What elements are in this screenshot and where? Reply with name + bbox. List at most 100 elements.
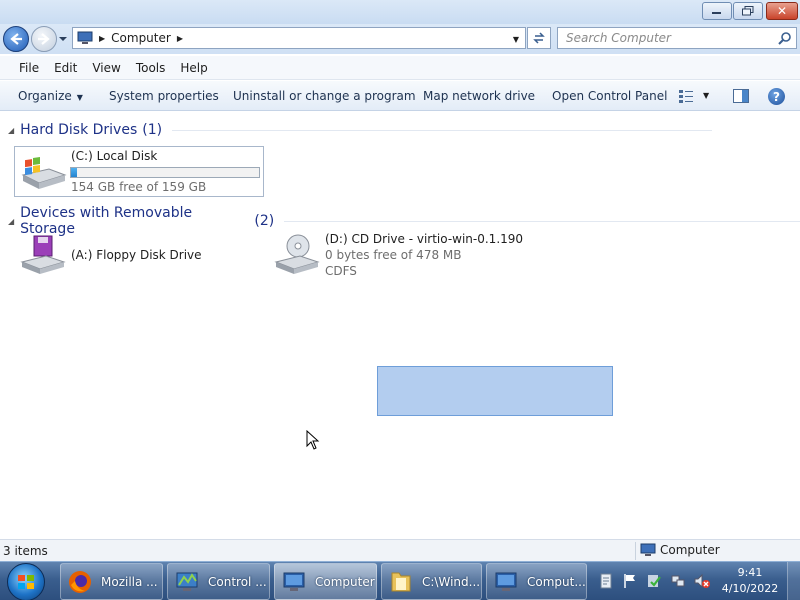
volume-muted-icon[interactable] <box>694 573 710 589</box>
minimize-icon <box>712 12 721 14</box>
back-arrow-icon <box>10 33 22 45</box>
taskbar-label: C:\Wind... <box>422 574 481 589</box>
taskbar: Mozilla ... Control ... Computer C:\Wind… <box>0 561 800 600</box>
folder-icon <box>391 572 411 591</box>
group-divider <box>172 129 713 131</box>
address-dropdown-icon[interactable]: ▼ <box>513 35 519 44</box>
menu-help[interactable]: Help <box>180 61 207 75</box>
taskbar-button-computer[interactable]: Computer <box>274 563 377 600</box>
command-bar: Organize ▼ System properties Uninstall or… <box>0 81 800 111</box>
address-bar[interactable]: ▶ Computer ▶ ▼ <box>72 27 526 49</box>
restore-icon <box>742 6 754 16</box>
taskbar-button-firefox[interactable]: Mozilla ... <box>60 563 163 600</box>
capacity-bar <box>70 167 260 178</box>
close-button[interactable]: ✕ <box>766 2 798 20</box>
menu-edit[interactable]: Edit <box>54 61 77 75</box>
group-header-hard-disks[interactable]: ◢ Hard Disk Drives (1) <box>8 122 713 138</box>
menu-tools[interactable]: Tools <box>136 61 166 75</box>
cd-drive-icon <box>274 234 320 274</box>
close-icon: ✕ <box>776 4 788 18</box>
computer-icon <box>283 572 305 591</box>
windows-logo-icon <box>18 575 34 589</box>
taskbar-button-control-panel[interactable]: Control ... <box>167 563 270 600</box>
drive-free-space: 154 GB free of 159 GB <box>71 180 207 194</box>
collapse-triangle-icon[interactable]: ◢ <box>8 126 14 135</box>
organize-button[interactable]: Organize ▼ <box>18 89 83 103</box>
computer-icon <box>77 31 93 44</box>
status-location: Computer <box>640 543 720 557</box>
title-bar: ✕ <box>0 0 800 24</box>
floppy-drive-icon <box>20 235 66 274</box>
clock[interactable]: 9:41 4/10/2022 <box>720 565 780 597</box>
system-properties-button[interactable]: System properties <box>109 89 219 103</box>
hard-disk-windows-icon <box>21 157 67 189</box>
drive-filesystem: CDFS <box>325 264 357 278</box>
item-count: 3 items <box>3 544 48 558</box>
computer-icon <box>640 543 656 556</box>
collapse-triangle-icon[interactable]: ◢ <box>8 217 14 226</box>
menu-bar: File Edit View Tools Help <box>0 56 800 80</box>
open-control-panel-button[interactable]: Open Control Panel <box>552 89 667 103</box>
security-check-icon[interactable] <box>646 573 662 589</box>
start-button[interactable] <box>7 563 45 600</box>
forward-button[interactable] <box>31 26 57 52</box>
document-icon[interactable] <box>598 573 614 589</box>
status-location-label: Computer <box>660 543 720 557</box>
organize-label: Organize <box>18 89 72 103</box>
taskbar-label: Mozilla ... <box>101 574 158 589</box>
search-icon[interactable] <box>778 31 792 45</box>
breadcrumb-computer[interactable]: Computer <box>111 31 171 45</box>
group-count: (2) <box>254 213 275 229</box>
group-title: Hard Disk Drives <box>20 122 138 138</box>
mouse-cursor-icon <box>306 430 320 450</box>
drive-tile-d[interactable]: (D:) CD Drive - virtio-win-0.1.190 0 byt… <box>268 230 528 278</box>
status-bar: 3 items Computer <box>0 539 800 561</box>
breadcrumb-arrow-icon[interactable]: ▶ <box>99 34 105 43</box>
group-count: (1) <box>142 122 163 138</box>
network-icon[interactable] <box>670 573 686 589</box>
chevron-down-icon: ▼ <box>76 93 83 102</box>
firefox-icon <box>69 570 91 593</box>
status-divider <box>635 542 636 560</box>
breadcrumb-arrow-icon[interactable]: ▶ <box>177 34 183 43</box>
drive-tile-c[interactable]: (C:) Local Disk 154 GB free of 159 GB <box>14 146 264 197</box>
drive-tile-a[interactable]: (A:) Floppy Disk Drive <box>14 230 264 278</box>
taskbar-button-folder[interactable]: C:\Wind... <box>381 563 482 600</box>
back-button[interactable] <box>3 26 29 52</box>
change-view-icon[interactable] <box>678 88 694 104</box>
drive-free-space: 0 bytes free of 478 MB <box>325 248 462 262</box>
action-center-flag-icon[interactable] <box>622 573 638 589</box>
clock-time: 9:41 <box>737 566 763 579</box>
computer-icon <box>495 572 517 591</box>
drive-name: (D:) CD Drive - virtio-win-0.1.190 <box>325 232 524 246</box>
taskbar-label: Computer <box>315 574 375 589</box>
minimize-button[interactable] <box>702 2 732 20</box>
capacity-fill <box>71 168 77 177</box>
refresh-button[interactable] <box>527 27 551 49</box>
restore-button[interactable] <box>733 2 763 20</box>
menu-file[interactable]: File <box>19 61 39 75</box>
taskbar-label: Control ... <box>208 574 267 589</box>
menu-view[interactable]: View <box>92 61 120 75</box>
search-input[interactable] <box>566 31 776 45</box>
views-dropdown-icon[interactable]: ▼ <box>703 91 709 100</box>
show-desktop-button[interactable] <box>787 562 800 600</box>
taskbar-button-computer-2[interactable]: Comput... <box>486 563 587 600</box>
map-network-drive-button[interactable]: Map network drive <box>423 89 535 103</box>
refresh-icon <box>533 32 545 44</box>
history-dropdown-icon[interactable] <box>58 34 68 44</box>
search-box[interactable] <box>557 27 797 49</box>
navigation-bar: ▶ Computer ▶ ▼ <box>0 24 800 54</box>
help-icon[interactable]: ? <box>768 88 785 105</box>
drive-name: (A:) Floppy Disk Drive <box>71 248 202 262</box>
uninstall-program-button[interactable]: Uninstall or change a program <box>233 89 416 103</box>
group-divider <box>284 220 800 222</box>
clock-date: 4/10/2022 <box>721 582 779 595</box>
drive-name: (C:) Local Disk <box>71 149 158 163</box>
content-area[interactable]: ◢ Hard Disk Drives (1) (C:) Local Disk 1… <box>0 112 800 538</box>
preview-pane-icon[interactable] <box>733 89 749 103</box>
forward-arrow-icon <box>38 33 50 45</box>
selection-rectangle <box>377 366 613 416</box>
taskbar-label: Comput... <box>527 574 586 589</box>
control-panel-icon <box>176 572 198 591</box>
